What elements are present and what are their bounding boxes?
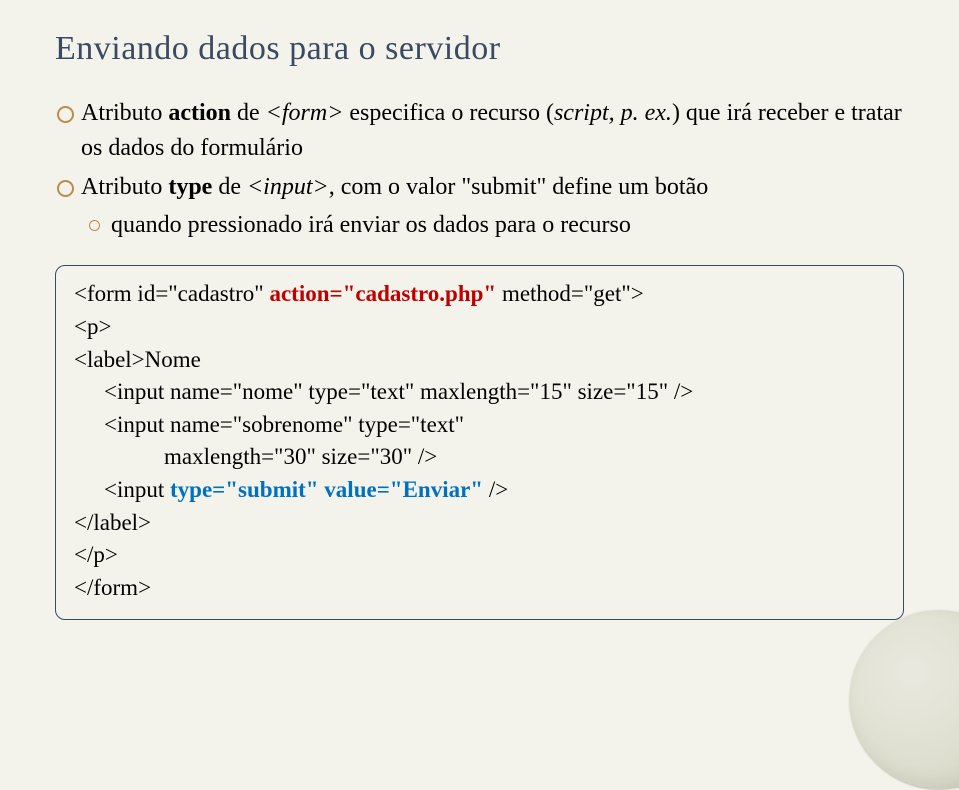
italic-input: <input> — [247, 174, 329, 200]
code-red: action="cadastro.php" — [269, 281, 496, 306]
code-line-9: </p> — [74, 539, 885, 572]
slide-title: Enviando dados para o servidor — [55, 30, 904, 68]
bullet-2: Atributo type de <input>, com o valor "s… — [55, 170, 904, 244]
text: Atributo — [81, 174, 168, 200]
code-line-8: </label> — [74, 507, 885, 540]
code-line-2: <p> — [74, 311, 885, 344]
sub-bullet: quando pressionado irá enviar os dados p… — [81, 208, 904, 243]
code-line-1: <form id="cadastro" action="cadastro.php… — [74, 278, 885, 311]
code-text: method="get"> — [496, 281, 644, 306]
bold-type: type — [168, 174, 212, 200]
code-line-10: </form> — [74, 572, 885, 605]
slide: Enviando dados para o servidor Atributo … — [0, 0, 959, 720]
code-blue: type="submit" value="Enviar" — [170, 477, 483, 502]
text: especifica o recurso ( — [343, 100, 554, 126]
code-line-4: <input name="nome" type="text" maxlength… — [74, 376, 885, 409]
bold-action: action — [168, 100, 231, 126]
code-text: <form id="cadastro" — [74, 281, 269, 306]
text: Atributo — [81, 100, 168, 126]
bullet-1: Atributo action de <form> especifica o r… — [55, 96, 904, 166]
sub-list: quando pressionado irá enviar os dados p… — [81, 208, 904, 243]
code-line-7: <input type="submit" value="Enviar" /> — [74, 474, 885, 507]
text: de — [212, 174, 247, 200]
code-line-5: <input name="sobrenome" type="text" — [74, 409, 885, 442]
code-line-6: maxlength="30" size="30" /> — [74, 441, 885, 474]
code-box: <form id="cadastro" action="cadastro.php… — [55, 265, 904, 620]
decorative-circle — [849, 610, 959, 790]
text: , com o valor "submit" define um botão — [329, 174, 709, 200]
italic-form: <form> — [266, 100, 344, 126]
text: de — [231, 100, 266, 126]
bullet-list: Atributo action de <form> especifica o r… — [55, 96, 904, 243]
italic-script: script, p. ex. — [554, 100, 672, 126]
code-text: /> — [483, 477, 508, 502]
code-line-3: <label>Nome — [74, 344, 885, 377]
code-text: <input — [104, 477, 170, 502]
